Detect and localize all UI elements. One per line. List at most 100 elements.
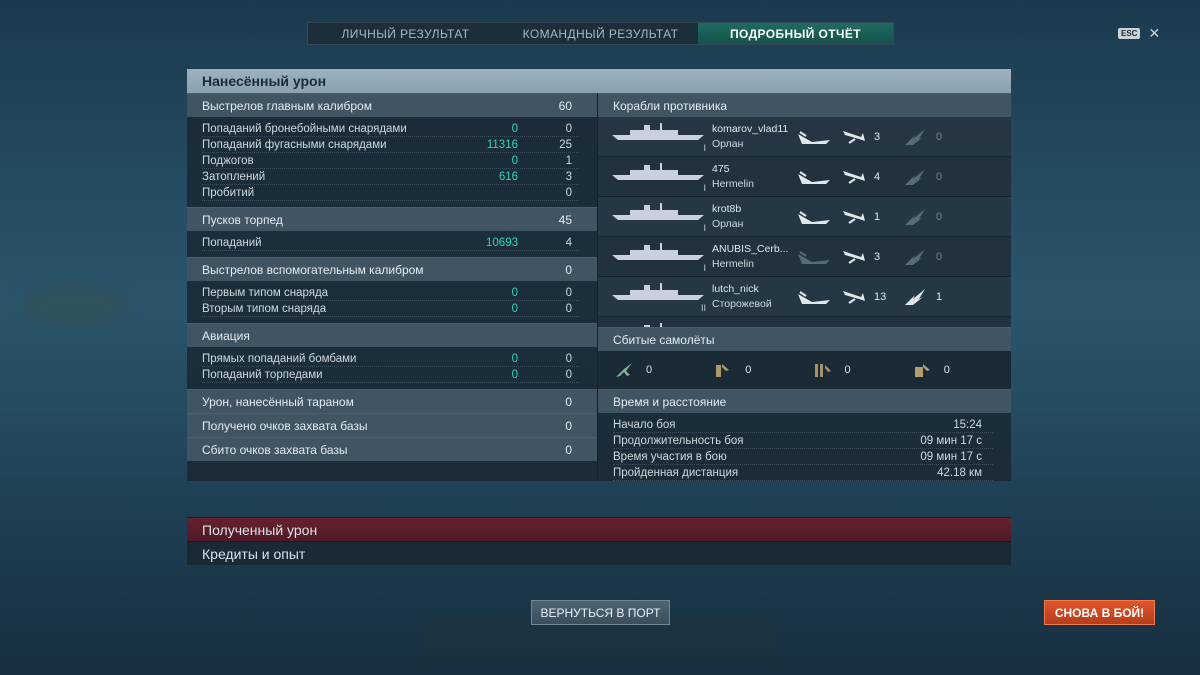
ship-name: Hermelin	[712, 177, 755, 190]
plane-count: 0	[745, 364, 752, 376]
section-header-main-battery: Выстрелов главным калибром 60	[187, 93, 597, 117]
tab-personal-result[interactable]: ЛИЧНЫЙ РЕЗУЛЬТАТ	[308, 23, 503, 44]
stat-damage: 616	[498, 171, 518, 183]
stat-label: Поджогов	[202, 155, 254, 167]
info-label: Пройденная дистанция	[613, 467, 739, 479]
fire-count: 0	[936, 130, 943, 143]
ship-silhouette-icon	[612, 242, 704, 260]
plane-stat: 0	[614, 361, 713, 379]
enemy-ship-row[interactable]: I 475 Hermelin 4 0	[598, 157, 1011, 197]
enemy-ship-row[interactable]: Ikomarov_vlad11 Орлан 3 0	[598, 117, 1011, 157]
stat-label: Пробитий	[202, 187, 255, 199]
enemy-ship-row[interactable]: Ikrot8b Орлан 1 0	[598, 197, 1011, 237]
fire-icon	[896, 125, 936, 149]
stat-damage: 11316	[486, 139, 518, 151]
section-header-enemy-ships: Корабли противника	[598, 93, 1011, 117]
stat-row: Попаданий фугасными снарядами 11316 25	[187, 137, 597, 153]
fire-count: 0	[936, 170, 943, 183]
esc-key-badge: ESC	[1118, 27, 1141, 39]
info-label: Продолжительность боя	[613, 435, 744, 447]
stat-damage: 0	[511, 155, 518, 167]
close-icon[interactable]: ✕	[1148, 26, 1160, 40]
ship-tier: II	[700, 302, 706, 313]
plane-stat: 0	[713, 361, 812, 379]
sunk-icon	[794, 165, 834, 189]
fire-icon	[896, 325, 936, 328]
fire-icon	[896, 205, 936, 229]
fire-count: 0	[936, 250, 943, 263]
dive-bomber-icon	[814, 364, 831, 377]
section-value: 0	[565, 418, 572, 433]
info-value: 09 мин 17 с	[920, 451, 982, 463]
stat-value: 3	[565, 171, 572, 183]
stat-label: Затоплений	[202, 171, 266, 183]
fire-count: 1	[936, 290, 943, 303]
sunk-icon	[794, 205, 834, 229]
stat-row: Вторым типом снаряда 0 0	[187, 301, 597, 317]
enemy-ship-list[interactable]: Ikomarov_vlad11 Орлан 3 0 I 475 Hermelin 4 0 Ikro…	[598, 117, 1011, 327]
stat-value: 0	[565, 369, 572, 381]
stat-value: 4	[565, 237, 572, 249]
section-header-time-distance: Время и расстояние	[598, 389, 1011, 413]
stat-label: Прямых попаданий бомбами	[202, 353, 357, 365]
stat-damage: 10693	[486, 237, 518, 249]
ship-names: lutch_nick Сторожевой	[706, 282, 794, 312]
damage-panel: Нанесённый урон Выстрелов главным калибр…	[187, 69, 1011, 565]
ship-silhouette: I	[610, 121, 706, 153]
hit-icon	[834, 285, 874, 309]
enemy-ship-row[interactable]: II lutch_nick Сторожевой 13 1	[598, 277, 1011, 317]
sunk-icon	[794, 285, 834, 309]
section-value: 0	[565, 442, 572, 457]
time-distance-rows: Начало боя 15:24 Продолжительность боя 09 …	[598, 413, 1011, 487]
result-tabs: ЛИЧНЫЙ РЕЗУЛЬТАТ КОМАНДНЫЙ РЕЗУЛЬТАТ ПОД…	[307, 22, 894, 45]
ship-names: komarov_vlad11 Орлан	[706, 122, 794, 152]
stat-label: Попаданий	[202, 237, 262, 249]
ship-silhouette-icon	[612, 282, 704, 300]
secondary-rows: Первым типом снаряда 0 0 Вторым типом снар…	[187, 281, 597, 323]
stat-value: 0	[565, 353, 572, 365]
stat-damage: 0	[511, 353, 518, 365]
section-label: Авиация	[202, 328, 250, 343]
info-row: Время участия в бою 09 мин 17 с	[598, 449, 1011, 465]
close-control[interactable]: ESC ✕	[1118, 26, 1160, 40]
section-header-aviation: Авиация	[187, 323, 597, 347]
received-damage-section[interactable]: Полученный урон	[187, 517, 1011, 541]
section-label: Пусков торпед	[202, 212, 283, 227]
stat-row: Прямых попаданий бомбами 0 0	[187, 351, 597, 367]
hit-icon	[834, 245, 874, 269]
return-to-port-button[interactable]: ВЕРНУТЬСЯ В ПОРТ	[531, 600, 670, 625]
info-row: Начало боя 15:24	[598, 417, 1011, 433]
player-name: lutch_nick	[712, 282, 759, 295]
fire-icon	[896, 245, 936, 269]
ship-silhouette: II	[610, 281, 706, 313]
hit-count: 3	[874, 250, 881, 263]
enemy-ship-row[interactable]: I ANUBIS_Cerb... Hermelin 3 0	[598, 237, 1011, 277]
background-ship	[420, 620, 780, 660]
section-label: Сбитые самолёты	[613, 332, 715, 347]
planes-shot-down: 0 0 0 0	[598, 351, 1011, 389]
section-label: Сбито очков захвата базы	[202, 442, 348, 457]
hit-count: 1	[874, 210, 881, 223]
panel-title[interactable]: Нанесённый урон	[187, 69, 1011, 93]
stat-row: Первым типом снаряда 0 0	[187, 285, 597, 301]
credits-experience-section[interactable]: Кредиты и опыт	[187, 541, 1011, 565]
section-label: Время и расстояние	[613, 394, 727, 409]
main-battery-rows: Попаданий бронебойными снарядами 0 0 Попад…	[187, 117, 597, 207]
ship-silhouette: I	[610, 201, 706, 233]
battle-again-button[interactable]: СНОВА В БОЙ!	[1044, 600, 1155, 625]
player-name: 475	[712, 162, 730, 175]
enemy-ship-row[interactable]: CY1083	[598, 317, 1011, 327]
tab-detailed-report[interactable]: ПОДРОБНЫЙ ОТЧЁТ	[698, 23, 893, 44]
section-label: Получено очков захвата базы	[202, 418, 368, 433]
fire-icon	[896, 285, 936, 309]
torpedo-rows: Попаданий 10693 4	[187, 231, 597, 257]
section-header-base-defense: Сбито очков захвата базы 0	[187, 437, 597, 461]
section-header-torpedoes: Пусков торпед 45	[187, 207, 597, 231]
tab-team-result[interactable]: КОМАНДНЫЙ РЕЗУЛЬТАТ	[503, 23, 698, 44]
fire-icon	[896, 165, 936, 189]
ship-tier: I	[703, 222, 706, 233]
ship-names: 475 Hermelin	[706, 162, 794, 192]
section-label: Выстрелов вспомогательным калибром	[202, 262, 424, 277]
ship-name: Орлан	[712, 137, 744, 150]
ship-tier: I	[703, 262, 706, 273]
